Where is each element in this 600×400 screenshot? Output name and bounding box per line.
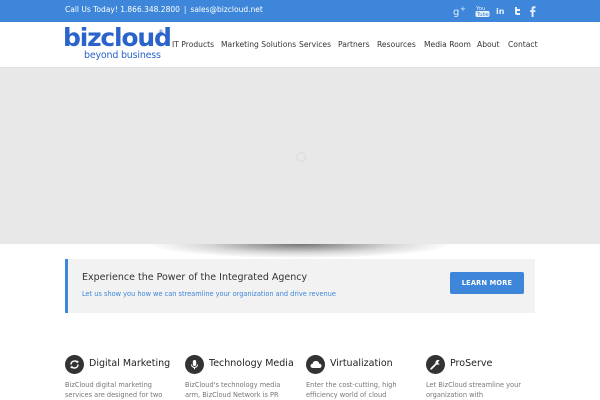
nav-item-media-room[interactable]: Media Room: [424, 40, 471, 49]
feature-text: Let BizCloud streamline your organizatio…: [426, 381, 521, 399]
youtube-icon[interactable]: You Tube: [474, 3, 490, 19]
cta-subtitle: Let us show you how we can streamline yo…: [82, 290, 336, 298]
twitter-icon[interactable]: [511, 3, 523, 19]
cta-title: Experience the Power of the Integrated A…: [82, 272, 308, 283]
hero-shadow: [150, 244, 450, 258]
wrench-icon: [426, 355, 445, 374]
feature-title[interactable]: Technology Media: [209, 358, 294, 369]
microphone-icon: [185, 355, 204, 374]
nav-item-resources[interactable]: Resources: [377, 40, 416, 49]
top-bar: Call Us Today! 1.866.348.2800 | sales@bizc…: [0, 0, 600, 22]
contact-info: Call Us Today! 1.866.348.2800 | sales@bizc…: [65, 5, 263, 14]
facebook-icon[interactable]: [527, 3, 537, 19]
refresh-icon: [65, 355, 84, 374]
phone-text[interactable]: Call Us Today! 1.866.348.2800: [65, 5, 180, 14]
feature-title[interactable]: Digital Marketing: [89, 358, 170, 369]
nav-item-partners[interactable]: Partners: [338, 40, 370, 49]
cta-box: Experience the Power of the Integrated A…: [65, 259, 535, 313]
nav-item-marketing-solutions[interactable]: Marketing Solutions: [221, 40, 296, 49]
learn-more-button[interactable]: LEARN MORE: [450, 272, 524, 294]
site-header: bizcloud ® beyond business IT Products M…: [0, 22, 600, 68]
contact-separator: |: [183, 5, 187, 14]
email-link[interactable]: sales@bizcloud.net: [190, 5, 262, 14]
logo-registered-mark: ®: [158, 29, 164, 36]
loading-spinner-icon: [296, 152, 306, 162]
nav-item-contact[interactable]: Contact: [508, 40, 538, 49]
feature-text: BizCloud digital marketing services are …: [65, 381, 163, 399]
google-plus-icon[interactable]: g +: [452, 3, 468, 19]
nav-item-services[interactable]: Services: [299, 40, 331, 49]
svg-text:in: in: [496, 7, 505, 16]
feature-title[interactable]: ProServe: [450, 358, 492, 369]
svg-text:Tube: Tube: [476, 12, 489, 18]
feature-text: BizCloud's technology media arm, BizClou…: [185, 381, 281, 399]
main-nav: IT Products Marketing Solutions Services…: [0, 40, 600, 52]
svg-text:+: +: [460, 5, 466, 13]
hero-slider[interactable]: [0, 68, 600, 244]
feature-text: Enter the cost-cutting, high efficiency …: [306, 381, 397, 399]
nav-item-about[interactable]: About: [477, 40, 499, 49]
linkedin-icon[interactable]: in: [494, 3, 508, 19]
svg-text:g: g: [453, 7, 459, 17]
cloud-icon: [306, 355, 325, 374]
nav-item-it-products[interactable]: IT Products: [172, 40, 214, 49]
feature-title[interactable]: Virtualization: [330, 358, 393, 369]
